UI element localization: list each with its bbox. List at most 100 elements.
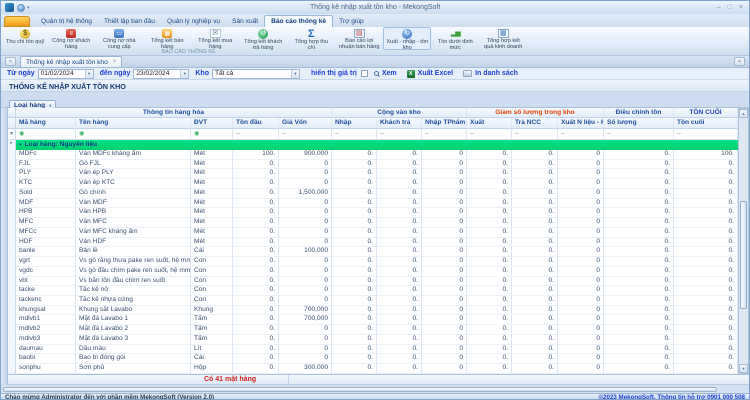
- cell-r18-c3[interactable]: 0.: [233, 325, 279, 335]
- column-header-4[interactable]: Giá Vốn: [279, 118, 332, 129]
- cell-r8-c11[interactable]: 0.: [604, 228, 674, 238]
- cell-r1-c10[interactable]: 0: [558, 160, 604, 170]
- cell-r5-c9[interactable]: 0.: [512, 199, 558, 209]
- cell-r19-c1[interactable]: Mặt đá Lavabo 3: [76, 335, 191, 345]
- cell-r20-c9[interactable]: 0.: [512, 345, 558, 355]
- cell-r16-c7[interactable]: 0: [422, 306, 467, 316]
- cell-r16-c12[interactable]: 0.: [674, 306, 738, 316]
- left-panel-strip[interactable]: [1, 108, 8, 385]
- cell-r6-c10[interactable]: 0: [558, 208, 604, 218]
- cell-r9-c12[interactable]: 0.: [674, 238, 738, 248]
- cell-r15-c2[interactable]: Con: [191, 296, 233, 306]
- cell-r4-c1[interactable]: Gỗ chính: [76, 189, 191, 199]
- table-row[interactable]: mdlvb2Mặt đá Lavabo 2Tấm0.00.0.00.0.00.0…: [8, 325, 738, 335]
- cell-r17-c2[interactable]: Tấm: [191, 315, 233, 325]
- cell-r7-c6[interactable]: 0.: [377, 218, 422, 228]
- cell-r17-c6[interactable]: 0.: [377, 315, 422, 325]
- cell-r15-c12[interactable]: 0.: [674, 296, 738, 306]
- table-row[interactable]: KTCVán ép KTCMét0.00.0.00.0.00.0.: [8, 179, 738, 189]
- cell-r20-c0[interactable]: daumau: [16, 345, 76, 355]
- cell-r13-c10[interactable]: 0: [558, 277, 604, 287]
- cell-r8-c9[interactable]: 0.: [512, 228, 558, 238]
- cell-r22-c0[interactable]: sonphu: [16, 364, 76, 374]
- export-excel-button[interactable]: X Xuất Excel: [407, 70, 453, 78]
- ribbon-button-supplier-debt[interactable]: ▭Công nợ nhà cung cấp: [95, 27, 143, 50]
- scroll-down-icon[interactable]: ▼: [739, 364, 748, 373]
- cell-r14-c5[interactable]: 0.: [332, 286, 377, 296]
- cell-r11-c2[interactable]: Con: [191, 257, 233, 267]
- cell-r16-c4[interactable]: 700,000: [279, 306, 332, 316]
- filter-cell-5[interactable]: –: [332, 129, 377, 140]
- cell-r4-c0[interactable]: Sold: [16, 189, 76, 199]
- cell-r19-c8[interactable]: 0.: [467, 335, 512, 345]
- table-row[interactable]: HPBVán HPBMét0.00.0.00.0.00.0.: [8, 208, 738, 218]
- cell-r16-c3[interactable]: 0.: [233, 306, 279, 316]
- cell-r5-c0[interactable]: MDF: [16, 199, 76, 209]
- cell-r7-c3[interactable]: 0.: [233, 218, 279, 228]
- cell-r7-c8[interactable]: 0.: [467, 218, 512, 228]
- cell-r20-c5[interactable]: 0.: [332, 345, 377, 355]
- to-date-input[interactable]: 23/02/2024 ▾: [133, 69, 189, 79]
- cell-r12-c8[interactable]: 0.: [467, 267, 512, 277]
- column-header-6[interactable]: Khách trả: [377, 118, 422, 129]
- table-row[interactable]: MFCVán MFCMét0.00.0.00.0.00.0.: [8, 218, 738, 228]
- cell-r5-c8[interactable]: 0.: [467, 199, 512, 209]
- cell-r8-c3[interactable]: 0.: [233, 228, 279, 238]
- cell-r11-c1[interactable]: Vs gỗ răng thưa pake ren suốt, hệ mm: [76, 257, 191, 267]
- cell-r10-c1[interactable]: Bản lề: [76, 247, 191, 257]
- cell-r8-c12[interactable]: 0.: [674, 228, 738, 238]
- cell-r6-c4[interactable]: 0: [279, 208, 332, 218]
- ribbon-tab-4[interactable]: Báo cáo thống kê: [264, 15, 333, 27]
- cell-r1-c11[interactable]: 0.: [604, 160, 674, 170]
- cell-r11-c6[interactable]: 0.: [377, 257, 422, 267]
- cell-r1-c6[interactable]: 0.: [377, 160, 422, 170]
- cell-r17-c9[interactable]: 0.: [512, 315, 558, 325]
- cell-r5-c6[interactable]: 0.: [377, 199, 422, 209]
- filter-cell-11[interactable]: –: [604, 129, 674, 140]
- cell-r3-c7[interactable]: 0: [422, 179, 467, 189]
- cell-r15-c7[interactable]: 0: [422, 296, 467, 306]
- cell-r0-c0[interactable]: MDFc: [16, 150, 76, 160]
- cell-r4-c12[interactable]: 0.: [674, 189, 738, 199]
- cell-r13-c7[interactable]: 0: [422, 277, 467, 287]
- cell-r7-c10[interactable]: 0: [558, 218, 604, 228]
- show-value-checkbox[interactable]: [361, 70, 368, 77]
- cell-r2-c6[interactable]: 0.: [377, 169, 422, 179]
- cell-r7-c9[interactable]: 0.: [512, 218, 558, 228]
- auto-filter-row[interactable]: ▼◉◉◉––––––––––: [8, 129, 738, 140]
- cell-r20-c6[interactable]: 0.: [377, 345, 422, 355]
- cell-r22-c3[interactable]: 0.: [233, 364, 279, 374]
- close-icon[interactable]: ×: [739, 3, 743, 12]
- cell-r6-c12[interactable]: 0.: [674, 208, 738, 218]
- cell-r21-c12[interactable]: 0.: [674, 354, 738, 364]
- cell-r17-c0[interactable]: mdlvb1: [16, 315, 76, 325]
- cell-r19-c10[interactable]: 0: [558, 335, 604, 345]
- cell-r6-c7[interactable]: 0: [422, 208, 467, 218]
- column-header-10[interactable]: Xuất N liệu - K...: [558, 118, 604, 129]
- warehouse-dropdown-icon[interactable]: ▾: [291, 70, 299, 78]
- cell-r12-c0[interactable]: vgdc: [16, 267, 76, 277]
- cell-r2-c11[interactable]: 0.: [604, 169, 674, 179]
- table-row[interactable]: FJLGỗ FJLMét0.00.0.00.0.00.0.: [8, 160, 738, 170]
- cell-r21-c0[interactable]: baobi: [16, 354, 76, 364]
- cell-r12-c11[interactable]: 0.: [604, 267, 674, 277]
- cell-r13-c2[interactable]: Con: [191, 277, 233, 287]
- cell-r10-c11[interactable]: 0.: [604, 247, 674, 257]
- cell-r21-c10[interactable]: 0: [558, 354, 604, 364]
- cell-r10-c12[interactable]: 0.: [674, 247, 738, 257]
- ribbon-button-customer-debt[interactable]: ≡Công nợ khách hàng: [47, 27, 95, 50]
- group-collapse-icon[interactable]: ▾: [19, 142, 22, 148]
- cell-r2-c4[interactable]: 0: [279, 169, 332, 179]
- cell-r20-c2[interactable]: Lít: [191, 345, 233, 355]
- cell-r4-c2[interactable]: Mét: [191, 189, 233, 199]
- cell-r5-c10[interactable]: 0: [558, 199, 604, 209]
- cell-r9-c2[interactable]: Mét: [191, 238, 233, 248]
- cell-r1-c12[interactable]: 0.: [674, 160, 738, 170]
- cell-r16-c0[interactable]: khungsat: [16, 306, 76, 316]
- cell-r6-c8[interactable]: 0.: [467, 208, 512, 218]
- cell-r1-c8[interactable]: 0.: [467, 160, 512, 170]
- cell-r10-c4[interactable]: 100,000: [279, 247, 332, 257]
- cell-r14-c2[interactable]: Con: [191, 286, 233, 296]
- cell-r19-c9[interactable]: 0.: [512, 335, 558, 345]
- cell-r15-c4[interactable]: 0: [279, 296, 332, 306]
